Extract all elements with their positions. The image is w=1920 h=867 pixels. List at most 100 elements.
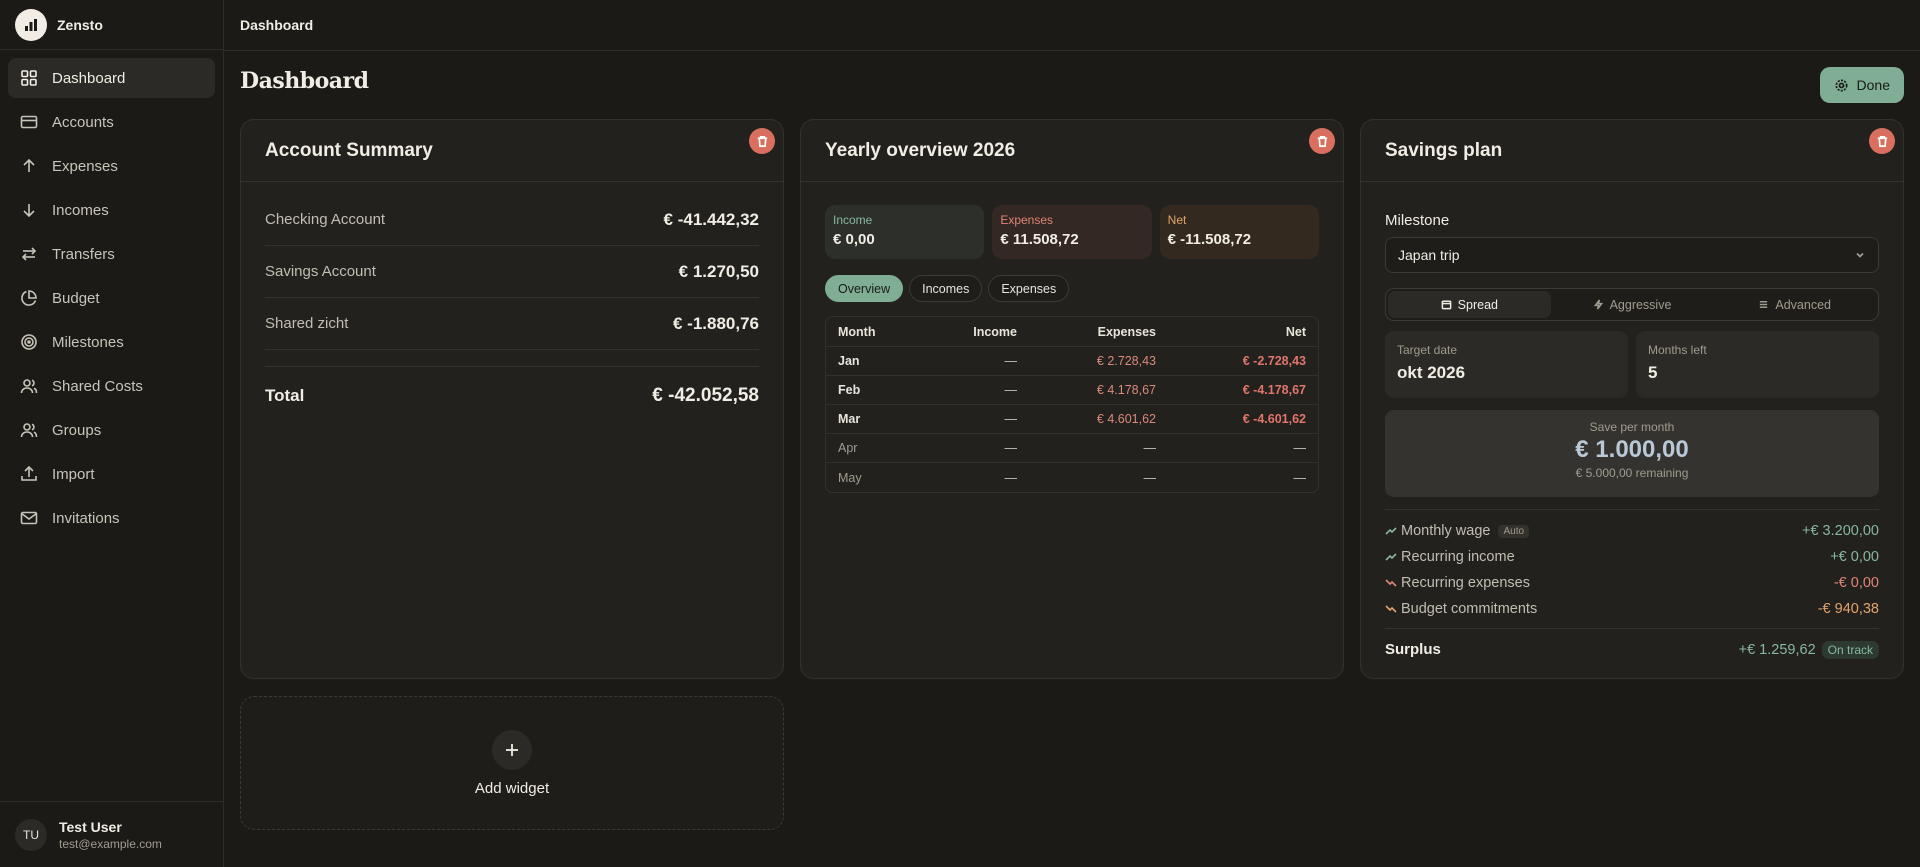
- delete-widget-button[interactable]: [749, 128, 775, 154]
- account-row[interactable]: Savings Account € 1.270,50: [265, 246, 759, 298]
- logo-bar-chart-icon: [15, 8, 47, 41]
- column-header: Net: [1285, 324, 1306, 339]
- net-stat: Net € -11.508,72: [1159, 205, 1319, 259]
- income-stat: Income € 0,00: [825, 205, 985, 259]
- trash-icon: [1317, 135, 1327, 147]
- sidebar-item-dashboard[interactable]: Dashboard: [8, 58, 215, 98]
- add-widget-button[interactable]: Add widget: [240, 696, 784, 830]
- column-header: Month: [838, 324, 876, 339]
- sidebar-item-shared-costs[interactable]: Shared Costs: [8, 366, 215, 406]
- column-header: Expenses: [1097, 324, 1156, 339]
- sidebar-item-milestones[interactable]: Milestones: [8, 322, 215, 362]
- target-icon: [21, 334, 37, 350]
- yearly-stats: Income € 0,00 Expenses € 11.508,72 Net €…: [801, 182, 1343, 259]
- stat-label: Expenses: [1000, 213, 1054, 227]
- done-button-label: Done: [1856, 77, 1890, 93]
- info-value: 5: [1648, 363, 1658, 382]
- sidebar-item-invitations[interactable]: Invitations: [8, 498, 215, 538]
- dashboard-grid-icon: [21, 70, 37, 86]
- sidebar-item-label: Groups: [52, 421, 102, 439]
- app-name: Zensto: [57, 16, 103, 33]
- stat-label: Net: [1167, 213, 1187, 227]
- surplus-value: +€ 1.259,62: [1738, 641, 1816, 658]
- tab-expenses[interactable]: Expenses: [988, 275, 1070, 302]
- sidebar-item-groups[interactable]: Groups: [8, 410, 215, 450]
- delete-widget-button[interactable]: [1869, 128, 1895, 154]
- plan-info: Target date okt 2026 Months left 5: [1385, 331, 1879, 398]
- flow-value: -€ 940,38: [1817, 601, 1879, 617]
- info-value: okt 2026: [1397, 363, 1466, 382]
- trend-up-icon: [1385, 527, 1397, 535]
- stat-label: Income: [833, 213, 873, 227]
- yearly-tabs: Overview Incomes Expenses: [801, 259, 1343, 302]
- sidebar-item-import[interactable]: Import: [8, 454, 215, 494]
- account-balance: € -41.442,32: [663, 209, 759, 229]
- mode-spread[interactable]: Spread: [1388, 291, 1551, 318]
- tab-incomes[interactable]: Incomes: [909, 275, 983, 302]
- stat-value: € 0,00: [833, 231, 875, 248]
- net-cell: € -4.178,67: [1242, 383, 1306, 397]
- delete-widget-button[interactable]: [1309, 128, 1335, 154]
- trend-up-icon: [1385, 553, 1397, 561]
- sidebar-nav: Dashboard Accounts Expenses Incomes Tran…: [0, 50, 223, 550]
- savings-plan-widget: Savings plan Milestone Japan trip Spread…: [1360, 119, 1904, 679]
- mode-label: Spread: [1457, 297, 1498, 312]
- status-badge: On track: [1821, 640, 1879, 659]
- cashflow-list: Monthly wage Auto +€ 3.200,00 Recurring …: [1385, 509, 1879, 622]
- flow-label: Recurring income: [1401, 549, 1515, 565]
- avatar: TU: [15, 818, 47, 851]
- net-cell: —: [1293, 441, 1307, 455]
- month-cell: Apr: [838, 441, 858, 455]
- mode-advanced[interactable]: Advanced: [1713, 291, 1876, 318]
- done-button[interactable]: Done: [1819, 67, 1904, 103]
- users-icon: [20, 379, 38, 394]
- group-icon: [20, 423, 38, 438]
- flow-value: +€ 3.200,00: [1801, 523, 1879, 539]
- account-name: Savings Account: [265, 263, 376, 280]
- table-row: May — — —: [826, 463, 1318, 492]
- milestone-label: Milestone: [1385, 212, 1450, 229]
- surplus-row: Surplus +€ 1.259,62 On track: [1385, 628, 1879, 670]
- account-total: Total € -42.052,58: [265, 366, 759, 424]
- sidebar-item-transfers[interactable]: Transfers: [8, 234, 215, 274]
- trend-down-icon: [1385, 605, 1397, 613]
- total-label: Total: [265, 385, 305, 405]
- sidebar-item-label: Transfers: [52, 245, 115, 263]
- income-cell: —: [1004, 354, 1018, 368]
- account-row[interactable]: Shared zicht € -1.880,76: [265, 298, 759, 350]
- stat-value: € -11.508,72: [1167, 231, 1252, 248]
- flow-label: Budget commitments: [1401, 601, 1538, 617]
- user-profile[interactable]: TU Test User test@example.com: [0, 801, 223, 867]
- sidebar-item-budget[interactable]: Budget: [8, 278, 215, 318]
- expenses-stat: Expenses € 11.508,72: [992, 205, 1152, 259]
- brand[interactable]: Zensto: [0, 0, 223, 50]
- card-title: Account Summary: [265, 139, 433, 161]
- sidebar-item-expenses[interactable]: Expenses: [8, 146, 215, 186]
- table-row: Apr — — —: [826, 434, 1318, 463]
- income-cell: —: [1004, 412, 1018, 426]
- surplus-label: Surplus: [1385, 641, 1441, 658]
- milestone-select[interactable]: Japan trip: [1385, 237, 1879, 273]
- plan-mode-toggle: Spread Aggressive Advanced: [1385, 288, 1879, 321]
- yearly-overview-widget: Yearly overview 2026 Income € 0,00 Expen…: [800, 119, 1344, 679]
- account-row[interactable]: Checking Account € -41.442,32: [265, 194, 759, 246]
- net-cell: € -4.601,62: [1242, 412, 1306, 426]
- sidebar-item-accounts[interactable]: Accounts: [8, 102, 215, 142]
- mode-aggressive[interactable]: Aggressive: [1551, 291, 1714, 318]
- user-email: test@example.com: [59, 836, 162, 851]
- milestone-value: Japan trip: [1398, 247, 1460, 263]
- sidebar-item-label: Milestones: [52, 333, 124, 351]
- target-date-box: Target date okt 2026: [1385, 331, 1628, 398]
- sidebar-item-incomes[interactable]: Incomes: [8, 190, 215, 230]
- arrow-down-icon: [23, 204, 35, 218]
- sidebar-item-label: Invitations: [52, 509, 120, 527]
- info-label: Target date: [1397, 343, 1458, 357]
- account-summary-widget: Account Summary Checking Account € -41.4…: [240, 119, 784, 679]
- sidebar-item-label: Import: [52, 465, 95, 483]
- arrow-up-icon: [23, 158, 35, 172]
- remaining-text: € 5.000,00 remaining: [1575, 466, 1689, 480]
- chevron-down-icon: [1856, 252, 1864, 258]
- tab-overview[interactable]: Overview: [825, 275, 904, 302]
- sidebar-item-label: Dashboard: [52, 69, 126, 87]
- sidebar-item-label: Expenses: [52, 157, 118, 175]
